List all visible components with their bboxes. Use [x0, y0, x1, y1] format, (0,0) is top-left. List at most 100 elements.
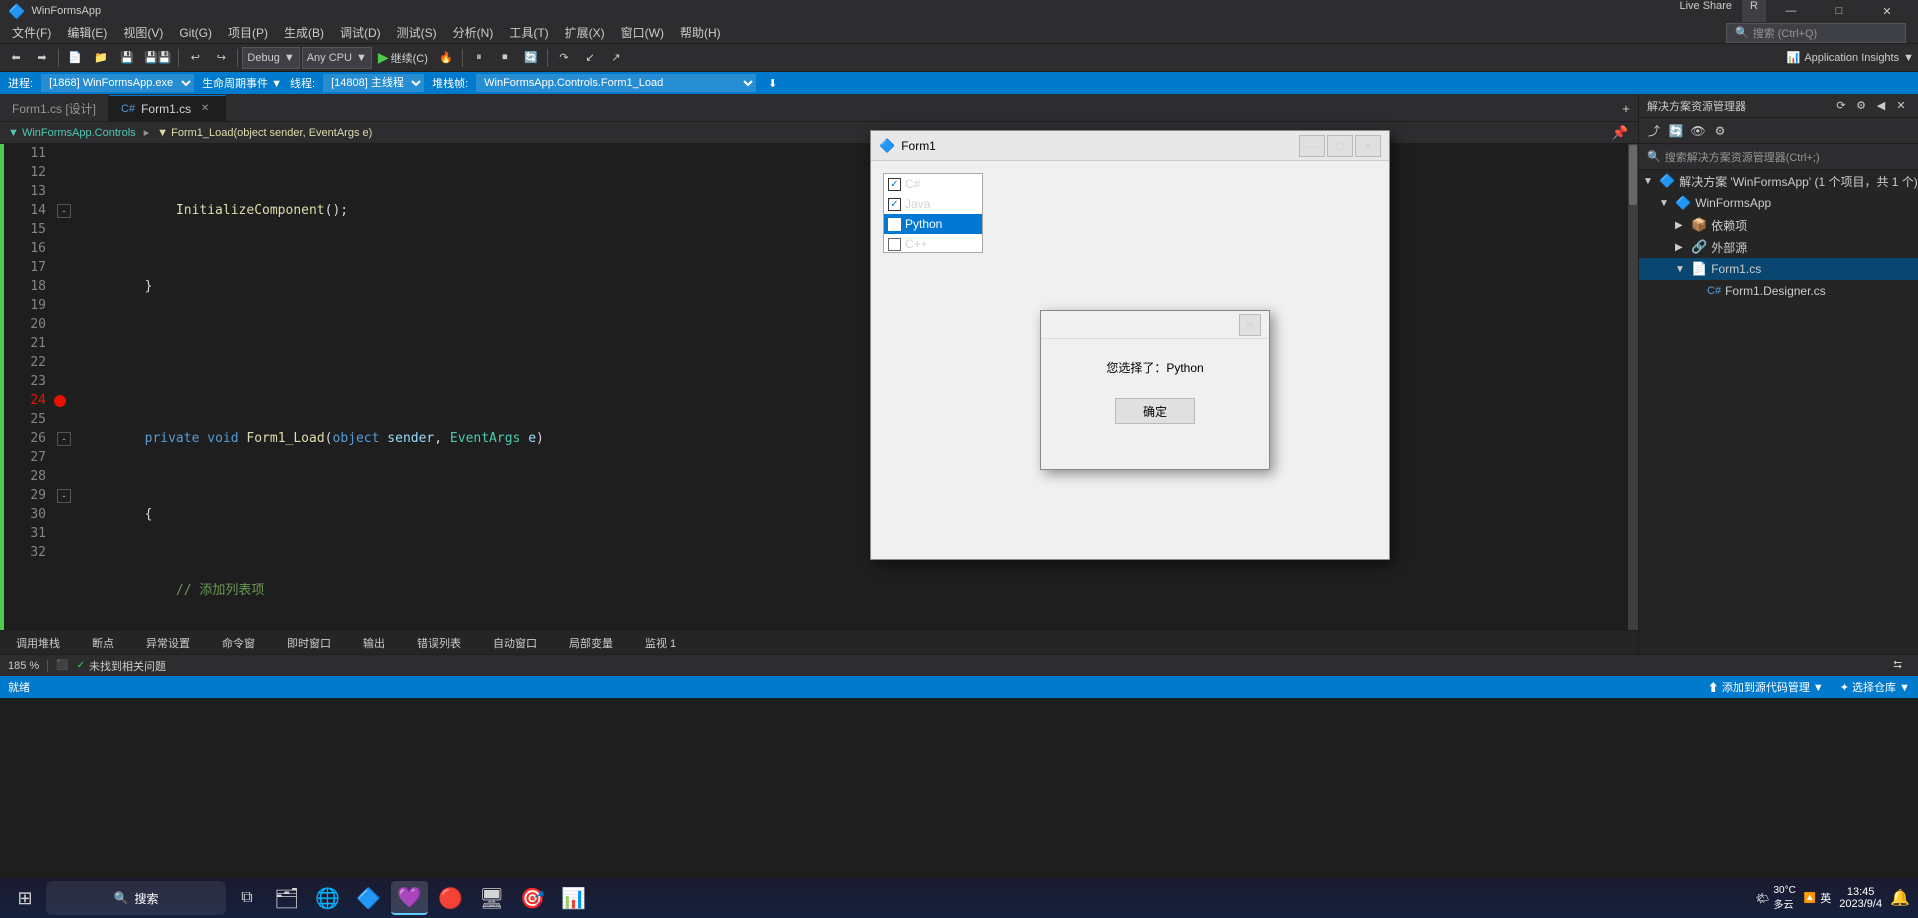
menu-analyze[interactable]: 分析(N)	[445, 22, 502, 44]
checkbox-python[interactable]	[888, 218, 901, 231]
form1-close-btn[interactable]: ✕	[1355, 135, 1381, 157]
tray-up-icon[interactable]: 🔼	[1804, 893, 1816, 904]
debug-process-dropdown[interactable]: [1868] WinFormsApp.exe	[41, 74, 194, 92]
close-button[interactable]: ✕	[1864, 0, 1910, 22]
toolbar-open-btn[interactable]: 📁	[89, 46, 113, 70]
add-to-source-control[interactable]: ⬆ 添加到源代码管理 ▼	[1708, 679, 1824, 695]
toolbar-undo-btn[interactable]: ↩	[183, 46, 207, 70]
scrollbar-thumb[interactable]	[1629, 145, 1637, 205]
run-button[interactable]: ▶ 继续(C)	[374, 49, 432, 66]
search-box[interactable]: 🔍 搜索 (Ctrl+Q)	[1726, 23, 1906, 43]
nav-method[interactable]: ▼ Form1_Load(object sender, EventArgs e)	[157, 127, 372, 139]
menu-debug[interactable]: 调试(D)	[332, 22, 389, 44]
taskbar-rider[interactable]: 🎯	[514, 881, 551, 915]
tree-external[interactable]: ▶ 🔗 外部源	[1639, 236, 1918, 258]
toolbar-new-btn[interactable]: 📄	[63, 46, 87, 70]
menu-extensions[interactable]: 扩展(X)	[557, 22, 613, 44]
toolbar-step-over[interactable]: ↷	[552, 46, 576, 70]
diff-icon[interactable]: ⮀	[1885, 659, 1910, 672]
pin-btn[interactable]: 📌	[1610, 123, 1630, 143]
sidebar-collapse-all-btn[interactable]: ⤴	[1643, 120, 1665, 142]
debug-expand-icon[interactable]: ⬇	[768, 77, 777, 90]
collapse-26[interactable]: -	[57, 432, 71, 446]
collapse-14[interactable]: -	[57, 204, 71, 218]
r-button[interactable]: R	[1742, 0, 1766, 22]
panel-tab-command[interactable]: 命令窗	[214, 633, 263, 653]
tree-form1[interactable]: ▼ 📄 Form1.cs	[1639, 258, 1918, 280]
toolbar-save-all-btn[interactable]: 💾💾	[141, 46, 174, 70]
nav-class[interactable]: ▼ WinFormsApp.Controls	[8, 127, 136, 139]
checklist-item-csharp[interactable]: ✓ C#	[884, 174, 982, 194]
sidebar-refresh-btn[interactable]: 🔄	[1665, 120, 1687, 142]
code-content[interactable]: InitializeComponent(); } private void Fo…	[74, 144, 1628, 630]
taskbar-vs-code[interactable]: 🔷	[350, 881, 387, 915]
collapse-29[interactable]: -	[57, 489, 71, 503]
panel-tab-callstack[interactable]: 调用堆栈	[8, 633, 68, 653]
menu-build[interactable]: 生成(B)	[276, 22, 332, 44]
toolbar-pause-btn[interactable]: ⏸	[467, 46, 491, 70]
menu-window[interactable]: 窗口(W)	[613, 22, 672, 44]
toolbar-step-in[interactable]: ↙	[578, 46, 602, 70]
editor-scrollbar-v[interactable]	[1628, 144, 1638, 630]
minimize-button[interactable]: —	[1768, 0, 1814, 22]
menu-help[interactable]: 帮助(H)	[672, 22, 729, 44]
breakpoint-24[interactable]	[54, 395, 66, 407]
toolbar-attach-btn[interactable]: 🔥	[434, 46, 458, 70]
sidebar-search-box[interactable]: 🔍 搜索解决方案资源管理器(Ctrl+;)	[1639, 144, 1918, 170]
panel-tab-watch[interactable]: 监视 1	[637, 633, 684, 653]
checkbox-csharp[interactable]: ✓	[888, 178, 901, 191]
toolbar-stop-btn[interactable]: ⏹	[493, 46, 517, 70]
form1-maximize-btn[interactable]: □	[1327, 135, 1353, 157]
search-taskbar-btn[interactable]: 🔍 搜索	[46, 881, 226, 915]
msg-ok-btn[interactable]: 确定	[1115, 398, 1195, 424]
tree-solution[interactable]: ▼ 🔷 解决方案 'WinFormsApp' (1 个项目，共 1 个)	[1639, 170, 1918, 192]
debug-thread-dropdown[interactable]: [14808] 主线程	[323, 74, 424, 92]
sidebar-sync-btn[interactable]: ⟳	[1832, 97, 1850, 115]
notification-btn[interactable]: 🔔	[1890, 888, 1910, 908]
start-button[interactable]: ⊞	[8, 881, 42, 915]
panel-tab-errors[interactable]: 错误列表	[409, 633, 469, 653]
panel-tab-locals[interactable]: 局部变量	[561, 633, 621, 653]
menu-file[interactable]: 文件(F)	[4, 22, 59, 44]
menu-git[interactable]: Git(G)	[171, 22, 220, 44]
toolbar-restart-btn[interactable]: 🔄	[519, 46, 543, 70]
panel-tab-exceptions[interactable]: 异常设置	[138, 633, 198, 653]
menu-view[interactable]: 视图(V)	[115, 22, 171, 44]
toolbar-redo-btn[interactable]: ↪	[209, 46, 233, 70]
panel-tab-breakpoints[interactable]: 断点	[84, 633, 122, 653]
debug-stack-dropdown[interactable]: WinFormsApp.Controls.Form1_Load	[476, 74, 756, 92]
panel-tab-auto[interactable]: 自动窗口	[485, 633, 545, 653]
taskbar-edge[interactable]: 🌐	[309, 881, 346, 915]
live-share-label[interactable]: Live Share	[1671, 0, 1740, 22]
sidebar-close-left-btn[interactable]: ◀	[1872, 97, 1890, 115]
checklist-item-cpp[interactable]: C++	[884, 234, 982, 253]
new-tab-btn[interactable]: +	[1614, 95, 1638, 121]
taskbar-git[interactable]: 🔴	[432, 881, 469, 915]
toolbar-back-btn[interactable]: ⬅	[4, 46, 28, 70]
menu-tools[interactable]: 工具(T)	[501, 22, 556, 44]
zoom-value[interactable]: 185 %	[8, 660, 48, 672]
sidebar-filter-btn[interactable]: ⚙	[1709, 120, 1731, 142]
weather-widget[interactable]: 🌤 30°C 多云	[1755, 885, 1795, 911]
sidebar-close-btn[interactable]: ✕	[1892, 97, 1910, 115]
maximize-button[interactable]: □	[1816, 0, 1862, 22]
checklist-item-java[interactable]: ✓ Java	[884, 194, 982, 214]
taskbar-folder[interactable]: 🗂	[268, 881, 305, 915]
cpu-dropdown[interactable]: Any CPU ▼	[302, 47, 372, 69]
tab-form1-cs[interactable]: C# Form1.cs ✕	[109, 95, 226, 121]
tab-close-cs[interactable]: ✕	[197, 101, 213, 117]
toolbar-save-btn[interactable]: 💾	[115, 46, 139, 70]
msg-close-btn[interactable]: ✕	[1239, 314, 1261, 336]
toolbar-step-out[interactable]: ↗	[604, 46, 628, 70]
taskbar-other[interactable]: 📊	[555, 881, 592, 915]
app-insights[interactable]: 📊 Application Insights ▼	[1787, 51, 1914, 64]
menu-test[interactable]: 测试(S)	[389, 22, 445, 44]
tree-project[interactable]: ▼ 🔷 WinFormsApp	[1639, 192, 1918, 214]
panel-tab-output[interactable]: 输出	[355, 633, 393, 653]
toolbar-forward-btn[interactable]: ➡	[30, 46, 54, 70]
taskbar-terminal[interactable]: 🖥	[473, 881, 510, 915]
tab-form1-design[interactable]: Form1.cs [设计]	[0, 95, 109, 121]
form1-minimize-btn[interactable]: —	[1299, 135, 1325, 157]
task-view-btn[interactable]: ⧉	[230, 881, 264, 915]
debug-mode-dropdown[interactable]: Debug ▼	[242, 47, 299, 69]
